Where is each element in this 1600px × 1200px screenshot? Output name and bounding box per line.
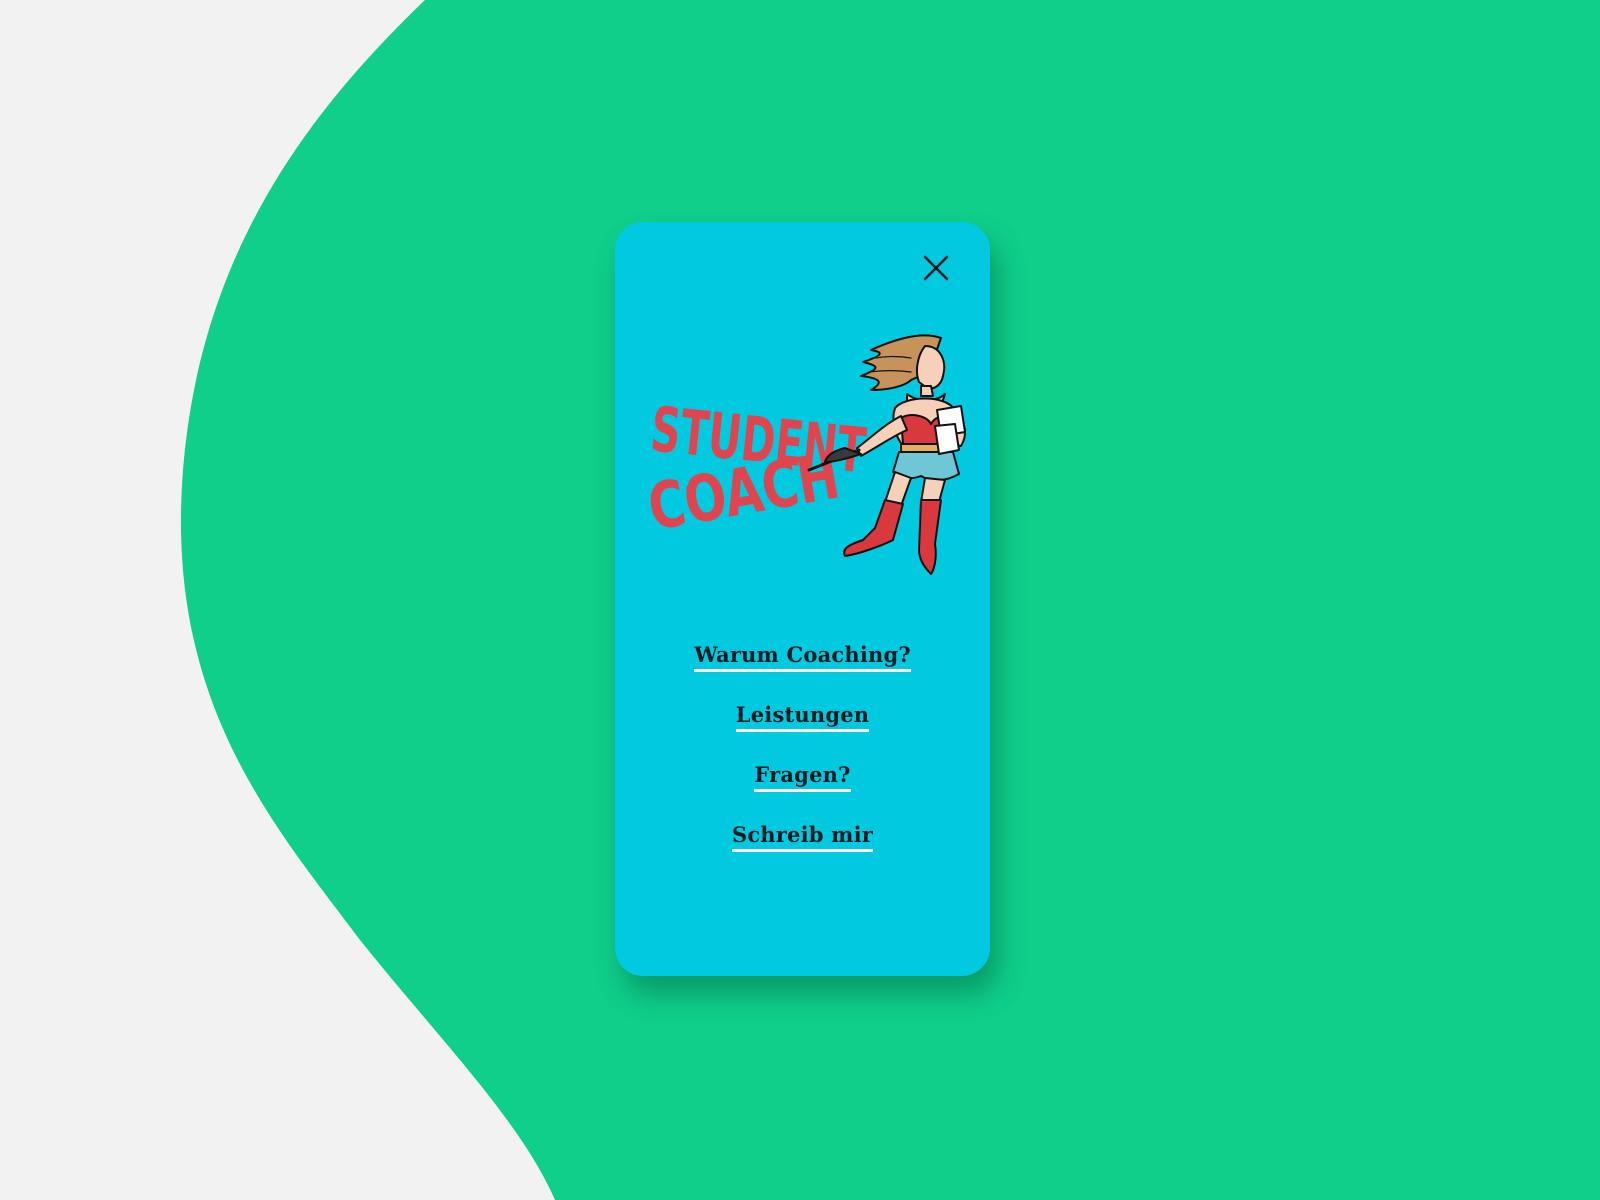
superhero-illustration [807, 334, 966, 575]
close-button[interactable] [918, 250, 954, 286]
nav-link-leistungen[interactable]: Leistungen [735, 702, 870, 732]
student-coach-logo[interactable]: STUDENT COACH [649, 332, 969, 582]
nav-link-warum-coaching[interactable]: Warum Coaching? [694, 642, 911, 672]
close-icon [923, 255, 949, 281]
nav-link-schreib-mir[interactable]: Schreib mir [731, 822, 874, 852]
page-canvas: STUDENT COACH Warum Coaching? Leistungen… [0, 0, 1600, 1200]
nav-link-fragen[interactable]: Fragen? [754, 762, 851, 792]
main-navigation: Warum Coaching? Leistungen Fragen? Schre… [615, 642, 990, 882]
mobile-menu-screen: STUDENT COACH Warum Coaching? Leistungen… [615, 222, 990, 976]
